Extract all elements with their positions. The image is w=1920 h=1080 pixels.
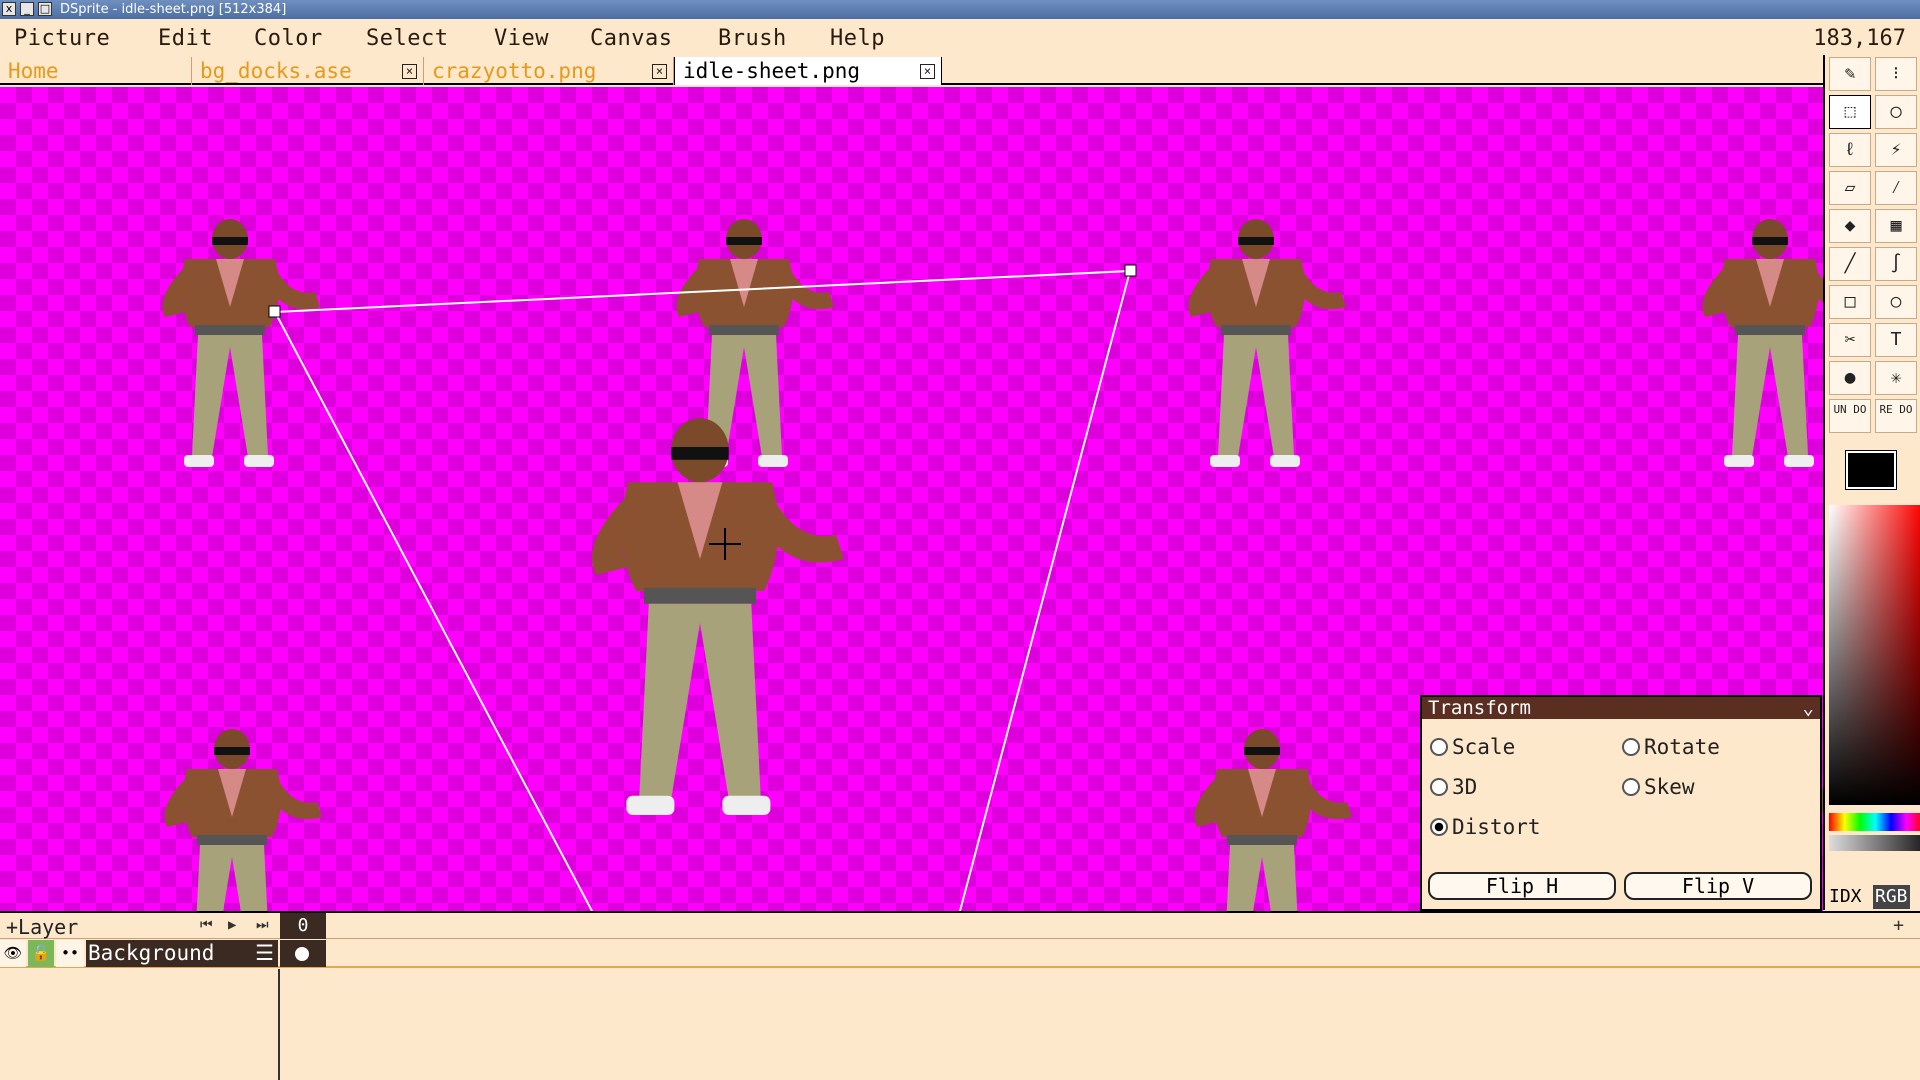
cursor-coordinates: 183,167 — [1813, 26, 1906, 51]
cel-dot — [295, 947, 309, 961]
menu-picture[interactable]: Picture — [14, 26, 110, 51]
undo-icon[interactable]: UN DO — [1829, 399, 1871, 433]
close-icon[interactable]: × — [402, 64, 417, 79]
add-frame-button[interactable]: + — [1893, 915, 1904, 936]
radio-rotate[interactable]: Rotate — [1622, 735, 1720, 759]
ellipse-select-icon[interactable]: ◯ — [1875, 95, 1917, 129]
curve-icon[interactable]: ∫ — [1875, 247, 1917, 281]
radio-label: 3D — [1452, 775, 1478, 799]
rectangle-icon[interactable]: □ — [1829, 285, 1871, 319]
close-icon[interactable]: × — [920, 64, 935, 79]
lasso-icon[interactable]: ℓ — [1829, 133, 1871, 167]
radio-dot — [1430, 738, 1448, 756]
pencil-icon[interactable]: ✎ — [1829, 57, 1871, 91]
radio-skew[interactable]: Skew — [1622, 775, 1695, 799]
radio-distort[interactable]: Distort — [1430, 815, 1541, 839]
layer-row[interactable]: 👁 🔓 •• Background ☰ — [0, 940, 1920, 968]
menu-view[interactable]: View — [494, 26, 549, 51]
menu-brush[interactable]: Brush — [718, 26, 787, 51]
rect-select-icon[interactable]: ⬚ — [1829, 95, 1871, 129]
transform-header: Transform ⌄ — [1422, 697, 1820, 719]
tab-crazyotto[interactable]: crazyotto.png × — [424, 57, 674, 85]
menu-help[interactable]: Help — [830, 26, 885, 51]
ellipse-icon[interactable]: ○ — [1875, 285, 1917, 319]
menu-canvas[interactable]: Canvas — [590, 26, 672, 51]
radio-dot — [1430, 778, 1448, 796]
text-icon[interactable]: T — [1875, 323, 1917, 357]
menu-icon[interactable]: ☰ — [255, 940, 274, 967]
color-gradient-picker[interactable] — [1829, 505, 1920, 805]
tab-home[interactable]: Home — [0, 57, 192, 85]
menu-edit[interactable]: Edit — [158, 26, 213, 51]
play-icon[interactable]: ▶ — [228, 917, 236, 933]
frame-cell[interactable] — [280, 940, 326, 967]
radio-label: Skew — [1644, 775, 1695, 799]
flip-v-button[interactable]: Flip V — [1624, 872, 1812, 900]
menu-select[interactable]: Select — [366, 26, 448, 51]
radio-scale[interactable]: Scale — [1430, 735, 1515, 759]
slice-icon[interactable]: ✂ — [1829, 323, 1871, 357]
radio-dot — [1622, 738, 1640, 756]
timeline-header: +Layer ⏮ ▶ ⏭ 0 + — [0, 913, 1920, 939]
hue-slider[interactable] — [1829, 813, 1920, 831]
radio-dot — [1430, 818, 1448, 836]
fill-icon[interactable]: ◆ — [1829, 209, 1871, 243]
radio-label: Scale — [1452, 735, 1516, 759]
window-title: DSprite - idle-sheet.png [512x384] — [60, 2, 287, 17]
flip-h-button[interactable]: Flip H — [1428, 872, 1616, 900]
layer-name-label: Background — [88, 941, 215, 965]
color-mode-idx[interactable]: IDX — [1827, 885, 1864, 909]
chevron-down-icon[interactable]: ⌄ — [1803, 697, 1814, 719]
foreground-color-swatch[interactable] — [1845, 450, 1897, 490]
alpha-slider[interactable] — [1829, 835, 1920, 851]
last-frame-icon[interactable]: ⏭ — [256, 917, 269, 933]
menubar: Picture Edit Color Select View Canvas Br… — [0, 19, 1920, 55]
continuous-icon[interactable]: •• — [56, 940, 84, 967]
layer-name[interactable]: Background ☰ — [86, 940, 278, 967]
lock-icon[interactable]: 🔓 — [28, 940, 54, 967]
tab-label: bg_docks.ase — [200, 59, 352, 83]
eraser-icon[interactable]: ▱ — [1829, 171, 1871, 205]
window-titlebar: x _ □ DSprite - idle-sheet.png [512x384] — [0, 0, 1920, 19]
add-layer-button[interactable]: +Layer — [6, 915, 78, 939]
timeline-divider — [278, 969, 280, 1080]
tab-label: crazyotto.png — [432, 59, 597, 83]
magic-wand-icon[interactable]: ⚡ — [1875, 133, 1917, 167]
tool-palette: ✎ ⁝ ⬚ ◯ ℓ ⚡ ▱ ⁄ ◆ ▦ ╱ ∫ □ ○ ✂ T ● ✳ UN D… — [1823, 55, 1920, 910]
close-icon[interactable]: × — [652, 64, 667, 79]
gradient-icon[interactable]: ▦ — [1875, 209, 1917, 243]
radio-3d[interactable]: 3D — [1430, 775, 1477, 799]
document-tabs: Home bg_docks.ase × crazyotto.png × idle… — [0, 55, 1823, 85]
first-frame-icon[interactable]: ⏮ — [200, 917, 213, 933]
blur-icon[interactable]: ● — [1829, 361, 1871, 395]
timeline-panel: +Layer ⏮ ▶ ⏭ 0 + 👁 🔓 •• Background ☰ — [0, 911, 1920, 1080]
minimize-window-button[interactable]: _ — [20, 2, 34, 16]
maximize-window-button[interactable]: □ — [38, 2, 52, 16]
spray-icon[interactable]: ⁝ — [1875, 57, 1917, 91]
redo-icon[interactable]: RE DO — [1875, 399, 1917, 433]
tab-label: idle-sheet.png — [683, 59, 861, 83]
eye-icon[interactable]: 👁 — [0, 940, 26, 967]
line-icon[interactable]: ╱ — [1829, 247, 1871, 281]
tab-idle-sheet[interactable]: idle-sheet.png × — [674, 57, 942, 85]
radio-label: Rotate — [1644, 735, 1720, 759]
transform-title: Transform — [1428, 697, 1531, 719]
menu-color[interactable]: Color — [254, 26, 323, 51]
frame-number[interactable]: 0 — [280, 913, 326, 939]
close-window-button[interactable]: x — [2, 2, 16, 16]
tab-bg-docks[interactable]: bg_docks.ase × — [192, 57, 424, 85]
eyedropper-icon[interactable]: ⁄ — [1875, 171, 1917, 205]
tab-label: Home — [8, 59, 59, 83]
color-mode-toggle: IDX RGB — [1825, 885, 1920, 909]
radio-label: Distort — [1452, 815, 1541, 839]
transform-panel: Transform ⌄ Scale Rotate 3D Skew Distort… — [1420, 695, 1822, 911]
radio-dot — [1622, 778, 1640, 796]
color-mode-rgb[interactable]: RGB — [1873, 885, 1910, 909]
jumble-icon[interactable]: ✳ — [1875, 361, 1917, 395]
